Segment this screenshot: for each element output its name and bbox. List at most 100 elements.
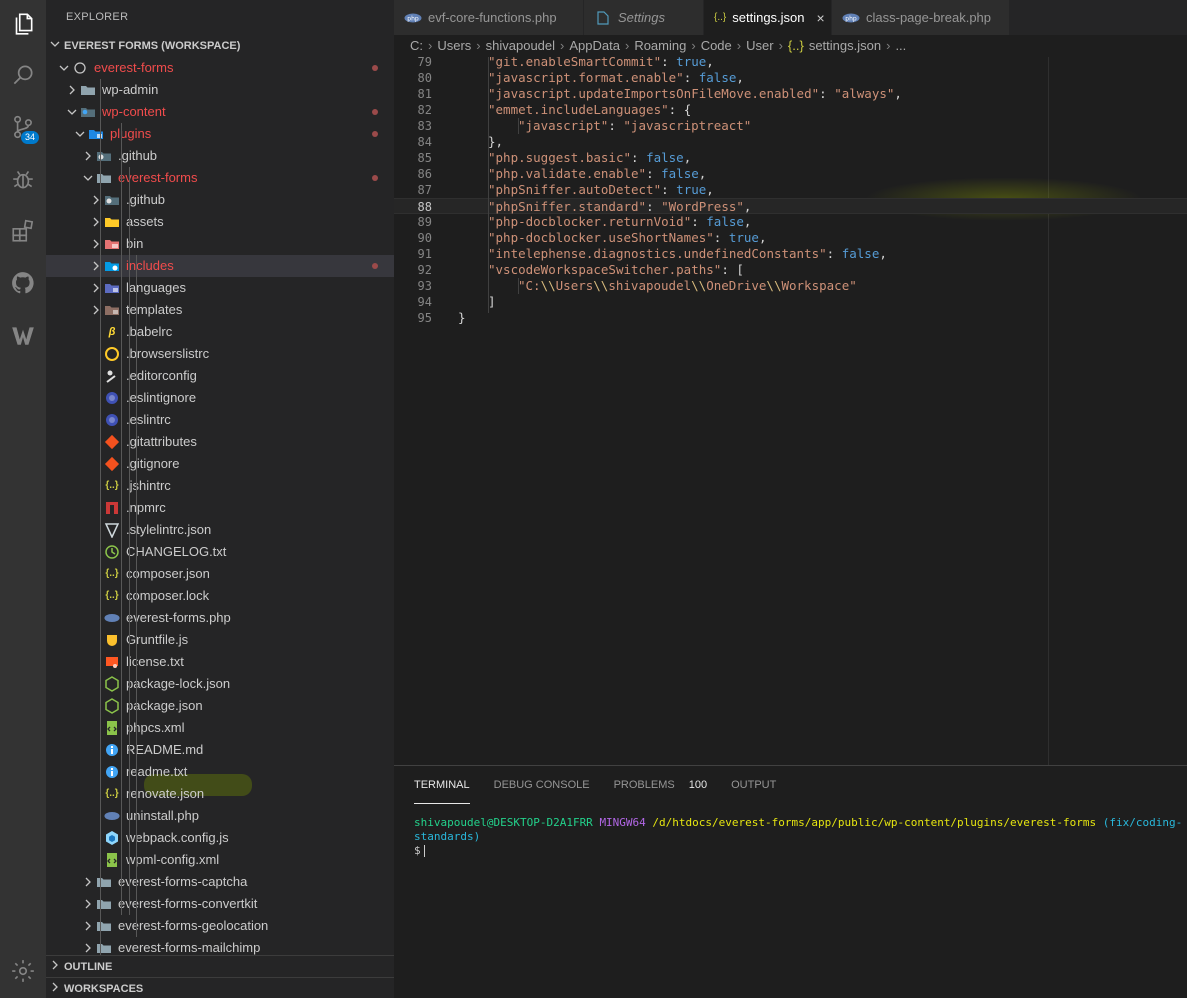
breadcrumb-item[interactable]: shivapoudel [486, 35, 555, 57]
tree-item-readme-md[interactable]: README.md [46, 739, 394, 761]
node-file-icon [104, 676, 120, 692]
tree-item-license-txt[interactable]: license.txt [46, 651, 394, 673]
tree-item-everest-forms[interactable]: everest-forms [46, 57, 394, 79]
breadcrumb-item[interactable]: AppData [569, 35, 620, 57]
indent-guide [518, 118, 519, 134]
github-icon[interactable] [0, 259, 46, 307]
tree-item-webpack-config-js[interactable]: webpack.config.js [46, 827, 394, 849]
tab-evf-core-functions[interactable]: php evf-core-functions.php [394, 0, 584, 35]
line-number: 81 [417, 87, 432, 101]
tab-settings-ui[interactable]: Settings [584, 0, 704, 35]
tree-item-everest-forms-geolocation[interactable]: everest-forms-geolocation [46, 915, 394, 937]
source-control-icon[interactable]: 34 [0, 103, 46, 151]
extensions-icon[interactable] [0, 207, 46, 255]
wordpress-icon[interactable] [0, 311, 46, 359]
tree-item-everest-forms-php[interactable]: everest-forms.php [46, 607, 394, 629]
tree-item-everest-forms-captcha[interactable]: everest-forms-captcha [46, 871, 394, 893]
tree-item-changelog-txt[interactable]: CHANGELOG.txt [46, 541, 394, 563]
tree-item-wpml-config-xml[interactable]: wpml-config.xml [46, 849, 394, 871]
tree-item-renovate-json[interactable]: {..} renovate.json [46, 783, 394, 805]
code-editor[interactable]: 79 "git.enableSmartCommit": true, 80 "javas… [394, 57, 1187, 765]
code-line: 87 "phpSniffer.autoDetect": true, [394, 182, 1187, 198]
search-icon[interactable] [0, 51, 46, 99]
tree-item-npmrc[interactable]: .npmrc [46, 497, 394, 519]
panel-tabs: TERMINAL DEBUG CONSOLE PROBLEMS 100 OUTPU… [394, 766, 1187, 804]
code-bracket: ] [488, 294, 496, 309]
tree-item-github[interactable]: .github [46, 189, 394, 211]
json-value: "javascriptreact" [623, 118, 752, 133]
tree-item-wp-content[interactable]: wp-content [46, 101, 394, 123]
tree-item-readme-txt[interactable]: readme.txt [46, 761, 394, 783]
tree-item-composer-lock[interactable]: {..} composer.lock [46, 585, 394, 607]
tree-item-editorconfig[interactable]: .editorconfig [46, 365, 394, 387]
tree-item-package-lock-json[interactable]: package-lock.json [46, 673, 394, 695]
file-tree: everest-forms wp-admin wp-content plugins .g… [46, 57, 394, 959]
explorer-icon[interactable] [0, 0, 46, 48]
code-line: 88 "phpSniffer.standard": "WordPress", [394, 198, 1187, 214]
tab-debug-console[interactable]: DEBUG CONSOLE [494, 766, 590, 804]
tree-item-plugins[interactable]: plugins [46, 123, 394, 145]
tab-settings-json[interactable]: {..} settings.json × [704, 0, 832, 35]
indent-guide [136, 255, 137, 937]
tab-output[interactable]: OUTPUT [731, 766, 776, 804]
tree-item-eslintrc[interactable]: .eslintrc [46, 409, 394, 431]
tree-item-composer-json[interactable]: {..} composer.json [46, 563, 394, 585]
tree-item-everest-forms[interactable]: everest-forms [46, 167, 394, 189]
breadcrumb-item[interactable]: User [746, 35, 773, 57]
code-line: 84}, [394, 134, 1187, 150]
tree-item-gitattributes[interactable]: .gitattributes [46, 431, 394, 453]
tree-item-phpcs-xml[interactable]: phpcs.xml [46, 717, 394, 739]
tree-item-gruntfile-js[interactable]: Gruntfile.js [46, 629, 394, 651]
tree-item-github[interactable]: .github [46, 145, 394, 167]
indent-guide [121, 123, 122, 915]
code-text: "vscodeWorkspaceSwitcher.paths": [ [488, 262, 744, 278]
tab-problems[interactable]: PROBLEMS 100 [614, 766, 708, 804]
tree-item-babelrc[interactable]: β .babelrc [46, 321, 394, 343]
workspaces-section[interactable]: WORKSPACES [46, 977, 394, 998]
tree-item-stylelintrc-json[interactable]: .stylelintrc.json [46, 519, 394, 541]
tree-item-eslintignore[interactable]: .eslintignore [46, 387, 394, 409]
tree-item-assets[interactable]: assets [46, 211, 394, 233]
breadcrumb-item[interactable]: Users [437, 35, 471, 57]
breadcrumb-item[interactable]: Roaming [634, 35, 686, 57]
json-value: false [841, 246, 880, 261]
tree-item-label: assets [126, 214, 164, 229]
tree-item-includes[interactable]: includes [46, 255, 394, 277]
tree-item-templates[interactable]: templates [46, 299, 394, 321]
gear-icon[interactable] [0, 947, 46, 995]
info-file-icon [104, 742, 120, 758]
tree-item-gitignore[interactable]: .gitignore [46, 453, 394, 475]
code-punctuation: , [758, 230, 767, 245]
code-text: "intelephense.diagnostics.undefinedConst… [488, 246, 887, 262]
tree-item-uninstall-php[interactable]: uninstall.php [46, 805, 394, 827]
breadcrumb-item[interactable]: Code [701, 35, 732, 57]
json-icon[interactable]: {..} [788, 35, 804, 57]
close-icon[interactable]: × [817, 10, 825, 26]
chevron-right-icon [80, 871, 96, 893]
tree-item-wp-admin[interactable]: wp-admin [46, 79, 394, 101]
tree-item-label: .jshintrc [126, 478, 171, 493]
code-punctuation: " [488, 166, 496, 181]
tree-item-package-json[interactable]: package.json [46, 695, 394, 717]
debug-icon[interactable] [0, 155, 46, 203]
breadcrumb-item[interactable]: ... [895, 35, 906, 57]
tab-class-page-break[interactable]: php class-page-break.php [832, 0, 1010, 35]
tree-item-everest-forms-convertkit[interactable]: everest-forms-convertkit [46, 893, 394, 915]
outline-section[interactable]: OUTLINE [46, 955, 394, 977]
indent-guide [488, 57, 489, 313]
breadcrumb-item[interactable]: settings.json [809, 35, 881, 57]
tree-item-label: package-lock.json [126, 676, 231, 691]
line-number: 85 [417, 151, 432, 165]
json-key: phpSniffer.standard [495, 199, 639, 214]
tree-item-languages[interactable]: languages [46, 277, 394, 299]
code-punctuation: " [488, 182, 496, 197]
workspace-header[interactable]: EVEREST FORMS (WORKSPACE) [46, 35, 394, 57]
tree-item-bin[interactable]: bin [46, 233, 394, 255]
tab-terminal[interactable]: TERMINAL [414, 766, 470, 804]
tree-item-browserslistrc[interactable]: .browserslistrc [46, 343, 394, 365]
breadcrumb-item[interactable]: C: [410, 35, 423, 57]
line-number: 94 [417, 295, 432, 309]
terminal-output[interactable]: shivapoudel@DESKTOP-D2A1FRR MINGW64 /d/h… [394, 816, 1187, 858]
tree-item-jshintrc[interactable]: {..} .jshintrc [46, 475, 394, 497]
